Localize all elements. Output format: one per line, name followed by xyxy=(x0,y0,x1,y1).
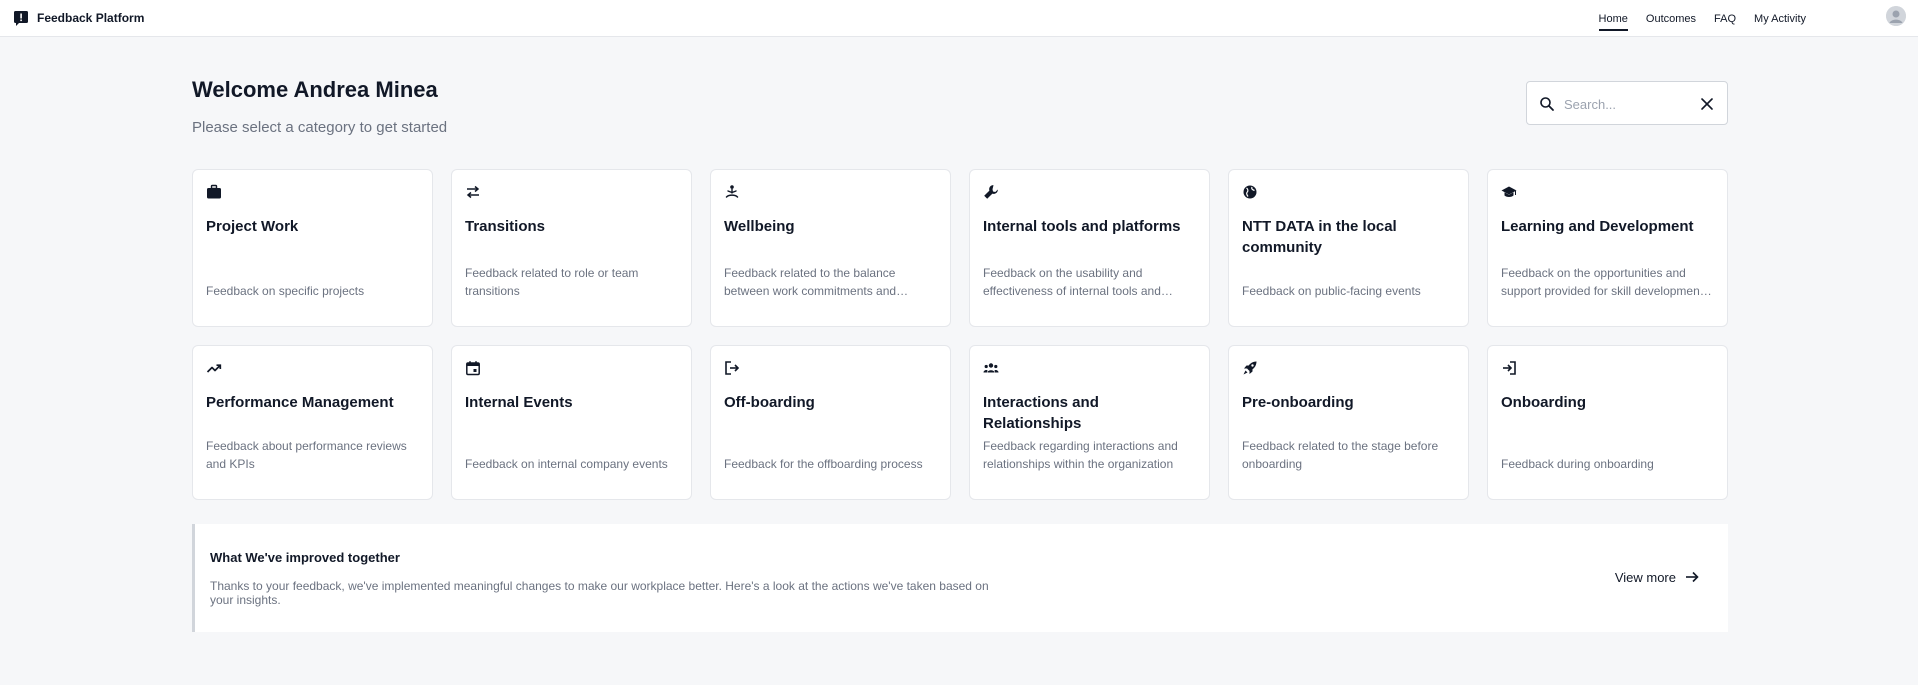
banner-title: What We've improved together xyxy=(210,550,400,565)
page-subtitle: Please select a category to get started xyxy=(192,119,448,136)
nav-faq[interactable]: FAQ xyxy=(1714,11,1736,27)
category-card-offboarding[interactable]: Off-boarding Feedback for the offboardin… xyxy=(710,345,951,500)
category-description: Feedback about performance reviews and K… xyxy=(206,439,407,471)
category-card-onboarding[interactable]: Onboarding Feedback during onboarding xyxy=(1487,345,1728,500)
improvements-banner: What We've improved together Thanks to y… xyxy=(192,524,1728,632)
category-card-wellbeing[interactable]: Wellbeing Feedback related to the balanc… xyxy=(710,169,951,327)
calendar-event-icon xyxy=(466,361,480,376)
category-title: Internal Events xyxy=(465,394,573,411)
avatar[interactable] xyxy=(1886,6,1906,26)
nav-home[interactable]: Home xyxy=(1598,11,1629,31)
category-description: Feedback on internal company events xyxy=(465,457,668,471)
category-description: Feedback related to the stage before onb… xyxy=(1242,439,1439,471)
page-title: Welcome Andrea Minea xyxy=(192,77,438,102)
people-icon xyxy=(983,363,999,373)
category-grid: Project Work Feedback on specific projec… xyxy=(192,169,1728,500)
category-title: Wellbeing xyxy=(724,218,795,235)
main-nav: Home Outcomes FAQ My Activity xyxy=(1598,0,1806,37)
login-icon xyxy=(1503,361,1516,375)
category-card-local-community[interactable]: NTT DATA in the local community Feedback… xyxy=(1228,169,1469,327)
category-description: Feedback on specific projects xyxy=(206,284,365,298)
category-title: Off-boarding xyxy=(724,394,815,411)
category-card-pre-onboarding[interactable]: Pre-onboarding Feedback related to the s… xyxy=(1228,345,1469,500)
category-title: Performance Management xyxy=(206,394,394,411)
category-title: Onboarding xyxy=(1501,394,1586,411)
category-title: NTT DATA in the local community xyxy=(1242,218,1397,256)
search-icon xyxy=(1540,97,1554,111)
search-box[interactable] xyxy=(1526,81,1728,125)
banner-text: Thanks to your feedback, we've implement… xyxy=(210,579,989,607)
category-title: Interactions and Relationships xyxy=(983,394,1099,432)
trending-up-icon xyxy=(206,364,222,373)
category-card-project-work[interactable]: Project Work Feedback on specific projec… xyxy=(192,169,433,327)
category-description: Feedback on the opportunities and suppor… xyxy=(1501,266,1704,298)
category-description: Feedback for the offboarding process xyxy=(724,457,923,471)
category-description: Feedback during onboarding xyxy=(1501,457,1654,471)
category-description: Feedback related to role or team transit… xyxy=(465,266,639,298)
category-title: Pre-onboarding xyxy=(1242,394,1354,411)
brand[interactable]: Feedback Platform xyxy=(13,10,144,26)
arrow-right-icon xyxy=(1686,571,1699,583)
category-description: Feedback regarding interactions and rela… xyxy=(983,439,1178,471)
graduation-cap-icon xyxy=(1501,186,1517,197)
logout-icon xyxy=(725,361,740,375)
nav-outcomes[interactable]: Outcomes xyxy=(1646,11,1696,27)
category-card-interactions-relationships[interactable]: Interactions and Relationships Feedback … xyxy=(969,345,1210,500)
nav-my-activity[interactable]: My Activity xyxy=(1754,11,1806,27)
category-description: Feedback on public-facing events xyxy=(1242,284,1421,298)
wrench-icon xyxy=(984,185,998,199)
top-bar: Feedback Platform Home Outcomes FAQ My A… xyxy=(0,0,1918,37)
globe-icon xyxy=(1243,185,1257,199)
category-card-transitions[interactable]: Transitions Feedback related to role or … xyxy=(451,169,692,327)
view-more-button[interactable]: View more xyxy=(1615,569,1700,585)
rocket-icon xyxy=(1243,361,1257,375)
view-more-label: View more xyxy=(1614,569,1676,585)
category-card-internal-tools[interactable]: Internal tools and platforms Feedback on… xyxy=(969,169,1210,327)
category-title: Transitions xyxy=(465,218,546,235)
user-avatar-icon xyxy=(1886,6,1906,26)
category-title: Learning and Development xyxy=(1501,218,1694,235)
search-input[interactable] xyxy=(1564,93,1684,115)
category-card-performance-management[interactable]: Performance Management Feedback about pe… xyxy=(192,345,433,500)
feedback-logo-icon xyxy=(14,11,28,26)
category-title: Internal tools and platforms xyxy=(983,218,1181,235)
category-description: Feedback on the usability and effectiven… xyxy=(983,266,1161,298)
meditation-icon xyxy=(725,185,739,198)
app-title: Feedback Platform xyxy=(37,11,145,25)
category-title: Project Work xyxy=(206,218,299,235)
category-description: Feedback related to the balance between … xyxy=(724,266,897,298)
swap-arrows-icon xyxy=(466,185,480,199)
category-card-internal-events[interactable]: Internal Events Feedback on internal com… xyxy=(451,345,692,500)
clear-search-icon[interactable] xyxy=(1699,96,1715,112)
category-card-learning-development[interactable]: Learning and Development Feedback on the… xyxy=(1487,169,1728,327)
briefcase-icon xyxy=(207,184,221,199)
